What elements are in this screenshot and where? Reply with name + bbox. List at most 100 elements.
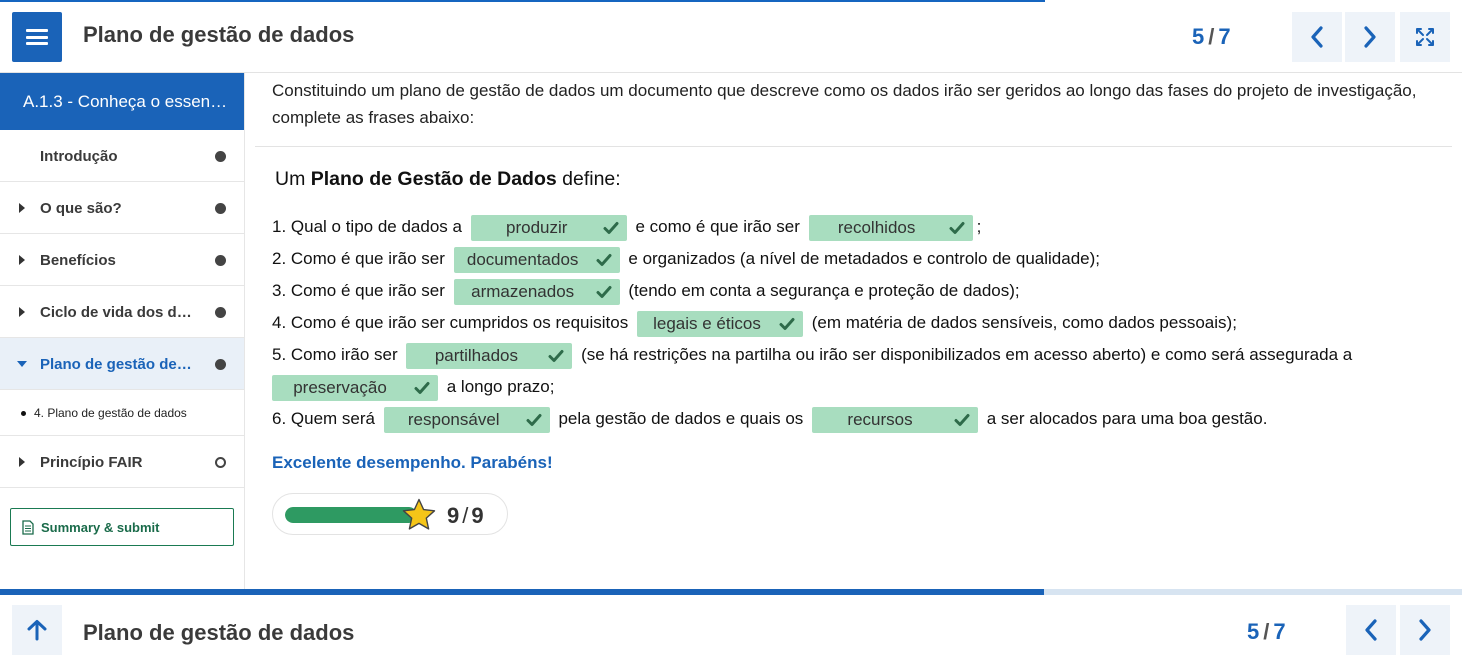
- sidebar-item-beneficios[interactable]: Benefícios: [0, 234, 244, 286]
- answer-chip[interactable]: armazenados: [453, 278, 620, 305]
- chevron-left-icon: [1311, 26, 1323, 48]
- sentence-6: 6. Quem será responsável pela gestão de …: [272, 403, 1452, 435]
- check-icon: [603, 221, 619, 234]
- answer-text: armazenados: [471, 281, 575, 301]
- page-current: 5: [1247, 619, 1260, 644]
- footer-title: Plano de gestão de dados: [83, 620, 355, 645]
- fill-in-blanks: 1. Qual o tipo de dados a produzir e com…: [272, 211, 1452, 435]
- status-incomplete-icon: [215, 457, 226, 468]
- sidebar-item-ciclo-de-vida[interactable]: Ciclo de vida dos d…: [0, 286, 244, 338]
- score-total: 9: [471, 503, 484, 528]
- sidebar-item-introducao[interactable]: Introdução: [0, 130, 244, 182]
- summary-submit-label: Summary & submit: [41, 520, 160, 535]
- chevron-right-icon: [1364, 26, 1376, 48]
- sentence-5-continued: preservação a longo prazo;: [272, 371, 1452, 403]
- menu-icon: [26, 29, 48, 45]
- page-title: Plano de gestão de dados: [83, 22, 355, 47]
- sentence-text: a ser alocados para uma boa gestão.: [986, 409, 1268, 428]
- page-counter: 5/7: [1192, 24, 1231, 49]
- lesson-progress-line: [0, 0, 1045, 2]
- sidebar-item-label: Introdução: [40, 148, 118, 165]
- answer-text: produzir: [506, 217, 568, 237]
- footer-next-page-button[interactable]: [1400, 605, 1450, 655]
- status-complete-icon: [215, 203, 226, 214]
- question-bold: Plano de Gestão de Dados: [310, 168, 557, 190]
- answer-chip[interactable]: produzir: [470, 214, 627, 241]
- answer-text: preservação: [293, 377, 387, 397]
- answer-chip[interactable]: preservação: [272, 374, 438, 401]
- sentence-4: 4. Como é que irão ser cumpridos os requ…: [272, 307, 1452, 339]
- fullscreen-button[interactable]: [1400, 12, 1450, 62]
- question-title: Um Plano de Gestão de Dados define:: [275, 168, 621, 191]
- sidebar-item-label: Benefícios: [40, 252, 116, 269]
- question-suffix: define:: [556, 168, 621, 190]
- sentence-text: 1. Qual o tipo de dados a: [272, 217, 462, 236]
- check-icon: [548, 349, 564, 362]
- sidebar: A.1.3 - Conheça o essen… Introdução O qu…: [0, 73, 245, 589]
- page-current: 5: [1192, 24, 1205, 49]
- main-content: Constituindo um plano de gestão de dados…: [245, 73, 1462, 589]
- caret-right-icon: [19, 457, 25, 467]
- summary-submit-button[interactable]: Summary & submit: [10, 508, 234, 546]
- score-progress-fill: [285, 507, 417, 523]
- lesson-progress-fill: [0, 589, 1044, 595]
- sentence-text: e organizados (a nível de metadados e co…: [628, 249, 1100, 268]
- sentence-text: 6. Quem será: [272, 409, 375, 428]
- sentence-text: (em matéria de dados sensíveis, como dad…: [811, 313, 1237, 332]
- sidebar-item-principio-fair[interactable]: Princípio FAIR: [0, 436, 244, 488]
- status-complete-icon: [215, 255, 226, 266]
- sidebar-item-label: Princípio FAIR: [40, 454, 143, 471]
- caret-right-icon: [19, 307, 25, 317]
- check-icon: [949, 221, 965, 234]
- answer-chip[interactable]: documentados: [453, 246, 620, 273]
- status-complete-icon: [215, 307, 226, 318]
- score-progress-track: [285, 507, 417, 523]
- sentence-text: (se há restrições na partilha ou irão se…: [581, 345, 1353, 364]
- caret-right-icon: [19, 255, 25, 265]
- bottom-bar: Plano de gestão de dados 5/7: [0, 589, 1462, 663]
- check-icon: [596, 285, 612, 298]
- next-page-button[interactable]: [1345, 12, 1395, 62]
- sentence-1: 1. Qual o tipo de dados a produzir e com…: [272, 211, 1452, 243]
- footer-page-counter: 5/7: [1247, 619, 1286, 644]
- sidebar-item-label: O que são?: [40, 200, 122, 217]
- lesson-progress-bar: [0, 589, 1462, 595]
- answer-text: partilhados: [434, 345, 518, 365]
- arrow-up-icon: [27, 620, 47, 641]
- sentence-2: 2. Como é que irão ser documentados e or…: [272, 243, 1452, 275]
- sentence-5: 5. Como irão ser partilhados (se há rest…: [272, 339, 1452, 371]
- answer-chip[interactable]: legais e éticos: [636, 310, 803, 337]
- sentence-text: 2. Como é que irão ser: [272, 249, 445, 268]
- sidebar-heading[interactable]: A.1.3 - Conheça o essen…: [0, 73, 244, 130]
- document-icon: [22, 520, 34, 535]
- answer-chip[interactable]: recursos: [812, 406, 979, 433]
- score-value: 9: [447, 503, 460, 528]
- sidebar-item-plano-de-gestao[interactable]: Plano de gestão de…: [0, 338, 244, 390]
- scroll-top-button[interactable]: [12, 605, 62, 655]
- sentence-text: e como é que irão ser: [635, 217, 800, 236]
- answer-chip[interactable]: responsável: [383, 406, 550, 433]
- caret-right-icon: [19, 203, 25, 213]
- sidebar-subitem-plano-de-gestao[interactable]: 4. Plano de gestão de dados: [0, 390, 244, 436]
- top-bar: Plano de gestão de dados 5/7: [0, 0, 1462, 73]
- footer-previous-page-button[interactable]: [1346, 605, 1396, 655]
- answer-text: legais e éticos: [653, 313, 761, 333]
- answer-chip[interactable]: recolhidos: [808, 214, 973, 241]
- score-widget: 9/9: [272, 493, 508, 535]
- check-icon: [779, 317, 795, 330]
- page-total: 7: [1218, 24, 1231, 49]
- answer-chip[interactable]: partilhados: [406, 342, 573, 369]
- sentence-text: 5. Como irão ser: [272, 345, 398, 364]
- menu-button[interactable]: [12, 12, 62, 62]
- check-icon: [954, 413, 970, 426]
- chevron-right-icon: [1419, 619, 1431, 641]
- sidebar-item-label: Ciclo de vida dos d…: [40, 304, 192, 321]
- sidebar-item-o-que-sao[interactable]: O que são?: [0, 182, 244, 234]
- sentence-text: (tendo em conta a segurança e proteção d…: [628, 281, 1020, 300]
- sentence-text: pela gestão de dados e quais os: [558, 409, 804, 428]
- sentence-text: ;: [976, 217, 982, 236]
- previous-page-button[interactable]: [1292, 12, 1342, 62]
- fullscreen-icon: [1416, 28, 1434, 46]
- score-text: 9/9: [447, 503, 484, 528]
- sentence-text: 4. Como é que irão ser cumpridos os requ…: [272, 313, 629, 332]
